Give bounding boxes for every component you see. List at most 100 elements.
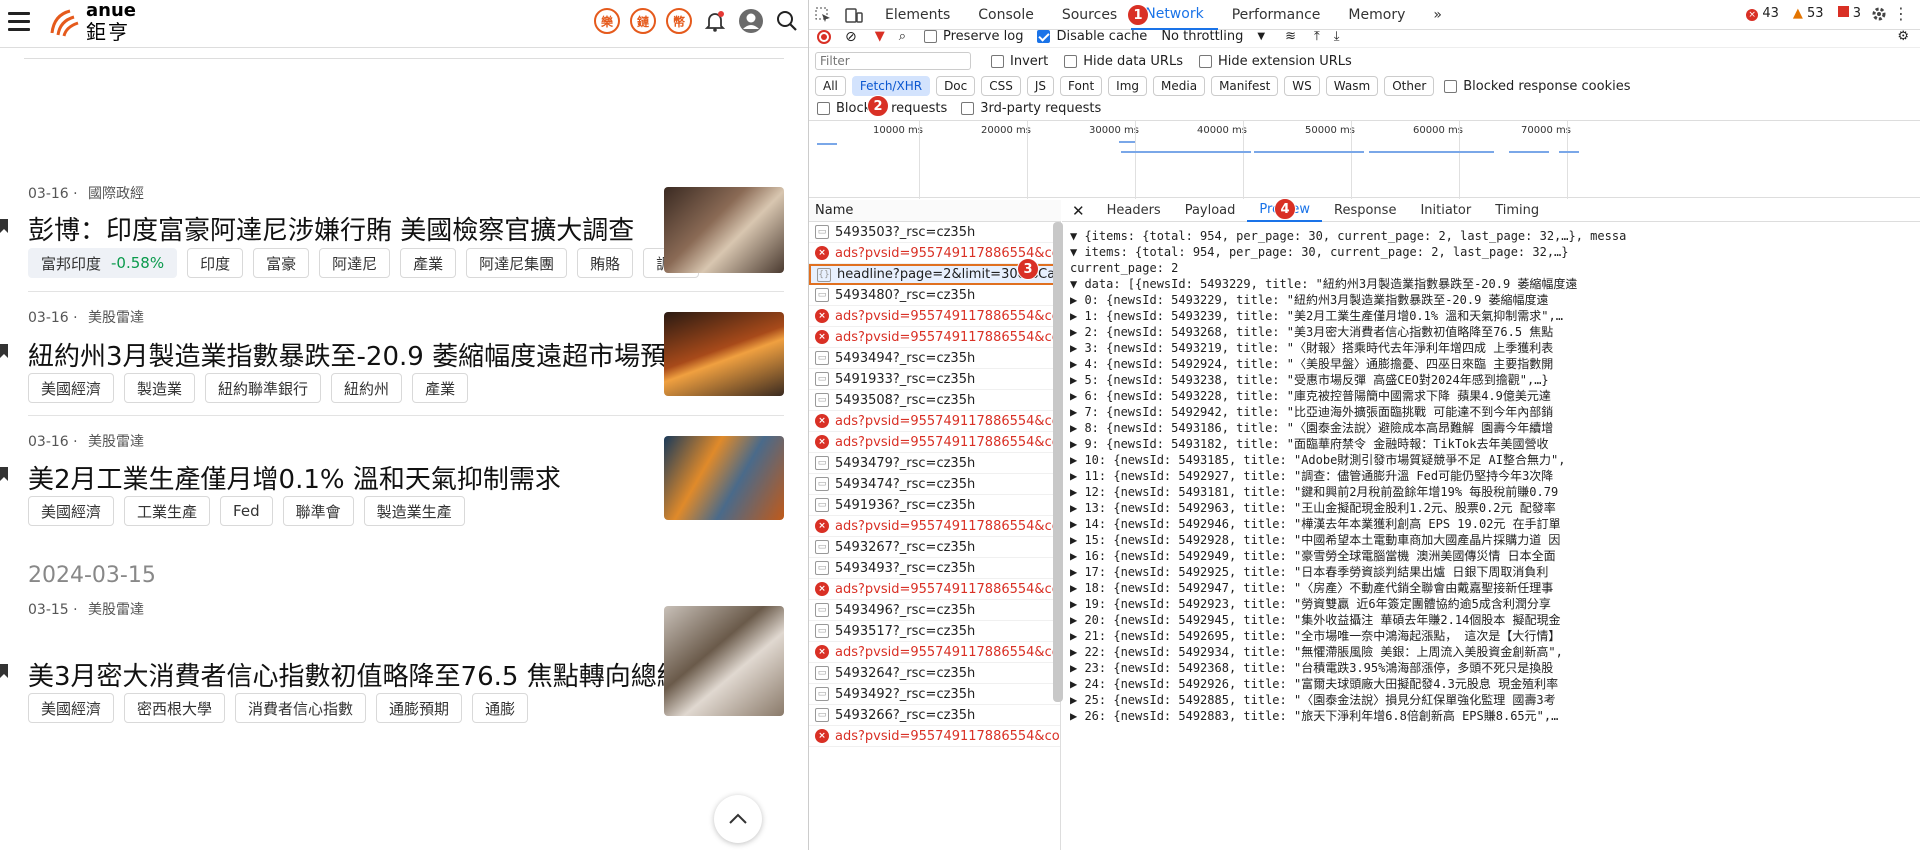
tag[interactable]: 產業 (400, 248, 457, 278)
request-row[interactable]: ▭ 5493517?_rsc=cz35h (809, 621, 1060, 642)
json-line[interactable]: ▶ 14: {newsId: 5492946, title: "樺漢去年本業獲利… (1070, 516, 1913, 532)
kebab-menu-icon[interactable]: ⋮ (1893, 4, 1909, 23)
type-js[interactable]: JS (1026, 76, 1055, 96)
tag[interactable]: 工業生產 (124, 496, 211, 526)
json-line[interactable]: ▶ 26: {newsId: 5492883, title: "旅天下淨利年增6… (1070, 708, 1913, 724)
request-list[interactable]: ▭ 5493503?_rsc=cz35h × ads?pvsid=9557491178… (809, 222, 1061, 850)
json-line[interactable]: ▶ 20: {newsId: 5492945, title: "集外收益攝注 華… (1070, 612, 1913, 628)
json-line[interactable]: ▶ 6: {newsId: 5493228, title: "庫克被控普陽簡中國… (1070, 388, 1913, 404)
type-media[interactable]: Media (1153, 76, 1206, 96)
json-line[interactable]: ▶ 0: {newsId: 5493229, title: "紐約州3月製造業指… (1070, 292, 1913, 308)
coin-channel-icon[interactable]: 幣 (666, 8, 692, 34)
filter-input[interactable] (815, 52, 971, 70)
tab-headers[interactable]: Headers (1095, 200, 1173, 222)
search-icon[interactable] (774, 8, 800, 34)
bell-icon[interactable] (702, 8, 728, 34)
type-doc[interactable]: Doc (936, 76, 976, 96)
name-column-header[interactable]: Name (809, 200, 1061, 222)
article-thumbnail[interactable] (664, 312, 784, 396)
article-title[interactable]: 彭博：印度富豪阿達尼涉嫌行賄 美國檢察官擴大調查 (28, 210, 634, 247)
json-preview[interactable]: ▼ {items: {total: 954, per_page: 30, cur… (1062, 222, 1920, 730)
request-row[interactable]: ▭ 5491936?_rsc=cz35h (809, 495, 1060, 516)
request-row[interactable]: ▭ 5493494?_rsc=cz35h (809, 348, 1060, 369)
request-row[interactable]: ▭ 5493492?_rsc=cz35h (809, 684, 1060, 705)
json-line[interactable]: ▶ 23: {newsId: 5492368, title: "台積電跌3.95… (1070, 660, 1913, 676)
tag[interactable]: 紐約聯準銀行 (205, 373, 322, 403)
request-row[interactable]: × ads?pvsid=955749117886554&correlator... (809, 642, 1060, 663)
json-line[interactable]: ▶ 15: {newsId: 5492928, title: "中國希望本土電動… (1070, 532, 1913, 548)
type-fetch-xhr[interactable]: Fetch/XHR (851, 76, 931, 96)
request-row[interactable]: × ads?pvsid=955749117886554&correlator... (809, 516, 1060, 537)
json-line[interactable]: ▶ 12: {newsId: 5493181, title: "鍵和興前2月稅前… (1070, 484, 1913, 500)
json-line[interactable]: ▶ 11: {newsId: 5492927, title: "調查：儘管通膨升… (1070, 468, 1913, 484)
json-line[interactable]: ▶ 22: {newsId: 5492934, title: "無懼滯脹風險 美… (1070, 644, 1913, 660)
menu-icon[interactable] (8, 12, 30, 32)
json-line[interactable]: ▶ 10: {newsId: 5493185, title: "Adobe財測引… (1070, 452, 1913, 468)
bookmark-icon[interactable] (0, 663, 8, 678)
type-manifest[interactable]: Manifest (1211, 76, 1279, 96)
article-thumbnail[interactable] (664, 436, 784, 520)
tag[interactable]: 產業 (412, 373, 469, 403)
hide-data-urls-checkbox[interactable] (1064, 54, 1078, 68)
article-category[interactable]: 美股雷達 (88, 602, 144, 618)
tag[interactable]: 富豪 (253, 248, 310, 278)
json-line[interactable]: ▶ 1: {newsId: 5493239, title: "美2月工業生產僅月… (1070, 308, 1913, 324)
article-title[interactable]: 美3月密大消費者信心指數初值略降至76.5 焦點轉向總統大選 (28, 656, 735, 693)
tab-timing[interactable]: Timing (1483, 200, 1551, 222)
request-row[interactable]: ▭ 5493480?_rsc=cz35h (809, 285, 1060, 306)
warning-count[interactable]: ▲ 53 (1793, 6, 1824, 21)
request-row[interactable]: ▭ 5493264?_rsc=cz35h (809, 663, 1060, 684)
wifi-settings-icon[interactable]: ≋ (1285, 29, 1296, 44)
json-line[interactable]: ▶ 24: {newsId: 5492926, title: "富爾夫球頭廠大田… (1070, 676, 1913, 692)
json-line[interactable]: ▶ 2: {newsId: 5493268, title: "美3月密大消費者信… (1070, 324, 1913, 340)
article-thumbnail[interactable] (664, 606, 784, 716)
article-title[interactable]: 紐約州3月製造業指數暴跌至-20.9 萎縮幅度遠超市場預期 (28, 336, 692, 373)
request-row[interactable]: × ads?pvsid=955749117886554&correlator... (809, 726, 1060, 747)
bookmark-icon[interactable] (0, 466, 8, 481)
request-row[interactable]: × ads?pvsid=955749117886554&correlator... (809, 579, 1060, 600)
article-category[interactable]: 國際政經 (88, 186, 144, 202)
json-line[interactable]: ▶ 5: {newsId: 5493238, title: "受惠市場反彈 高盛… (1070, 372, 1913, 388)
json-line[interactable]: ▶ 9: {newsId: 5493182, title: "面臨華府禁令 金融… (1070, 436, 1913, 452)
request-row[interactable]: ▭ 5493508?_rsc=cz35h (809, 390, 1060, 411)
json-line[interactable]: ▼ {items: {total: 954, per_page: 30, cur… (1070, 228, 1913, 244)
tag[interactable]: 聯準會 (282, 496, 354, 526)
tab-response[interactable]: Response (1322, 200, 1408, 222)
download-icon[interactable]: ⤓ (1334, 29, 1340, 44)
request-row[interactable]: × ads?pvsid=955749117886554&correlator... (809, 306, 1060, 327)
tag[interactable]: Fed (220, 496, 273, 526)
disable-cache-checkbox[interactable] (1037, 30, 1051, 43)
type-css[interactable]: CSS (981, 76, 1021, 96)
third-party-checkbox[interactable] (961, 101, 975, 115)
tag[interactable]: 美國經濟 (28, 693, 115, 723)
tag[interactable]: 賄賂 (577, 248, 634, 278)
bookmark-icon[interactable] (0, 343, 8, 358)
tag[interactable]: 紐約州 (331, 373, 403, 403)
request-row[interactable]: ▭ 5493496?_rsc=cz35h (809, 600, 1060, 621)
type-font[interactable]: Font (1060, 76, 1103, 96)
tab-payload[interactable]: Payload (1173, 200, 1248, 222)
filter-icon[interactable]: ▼ (875, 29, 885, 44)
tag[interactable]: 通膨 (472, 693, 529, 723)
error-count[interactable]: × 43 (1746, 6, 1779, 21)
avatar-icon[interactable] (738, 8, 764, 34)
issue-count[interactable]: 3 (1837, 6, 1861, 21)
json-line[interactable]: ▶ 8: {newsId: 5493186, title: "〈園泰金法說〉避險… (1070, 420, 1913, 436)
article-title[interactable]: 美2月工業生產僅月增0.1% 溫和天氣抑制需求 (28, 459, 561, 496)
request-row[interactable]: ▭ 5493503?_rsc=cz35h (809, 222, 1060, 243)
tag[interactable]: 印度 (187, 248, 244, 278)
json-line[interactable]: ▶ 3: {newsId: 5493219, title: "〈財報〉搭乘時代去… (1070, 340, 1913, 356)
invert-checkbox[interactable] (991, 54, 1004, 68)
chevron-down-icon[interactable]: ▼ (1257, 31, 1265, 42)
request-row[interactable]: ▭ 5491933?_rsc=cz35h (809, 369, 1060, 390)
tag[interactable]: 美國經濟 (28, 373, 115, 403)
article-category[interactable]: 美股雷達 (88, 434, 144, 450)
music-channel-icon[interactable]: 樂 (594, 8, 620, 34)
blocked-requests-checkbox[interactable] (817, 101, 830, 115)
preserve-log-checkbox[interactable] (924, 30, 938, 43)
tag[interactable]: 美國經濟 (28, 496, 115, 526)
json-line[interactable]: ▶ 7: {newsId: 5492942, title: "比亞迪海外擴張面臨… (1070, 404, 1913, 420)
request-row[interactable]: ▭ 5493474?_rsc=cz35h (809, 474, 1060, 495)
article-thumbnail[interactable] (664, 187, 784, 273)
tag[interactable]: 密西根大學 (124, 693, 226, 723)
